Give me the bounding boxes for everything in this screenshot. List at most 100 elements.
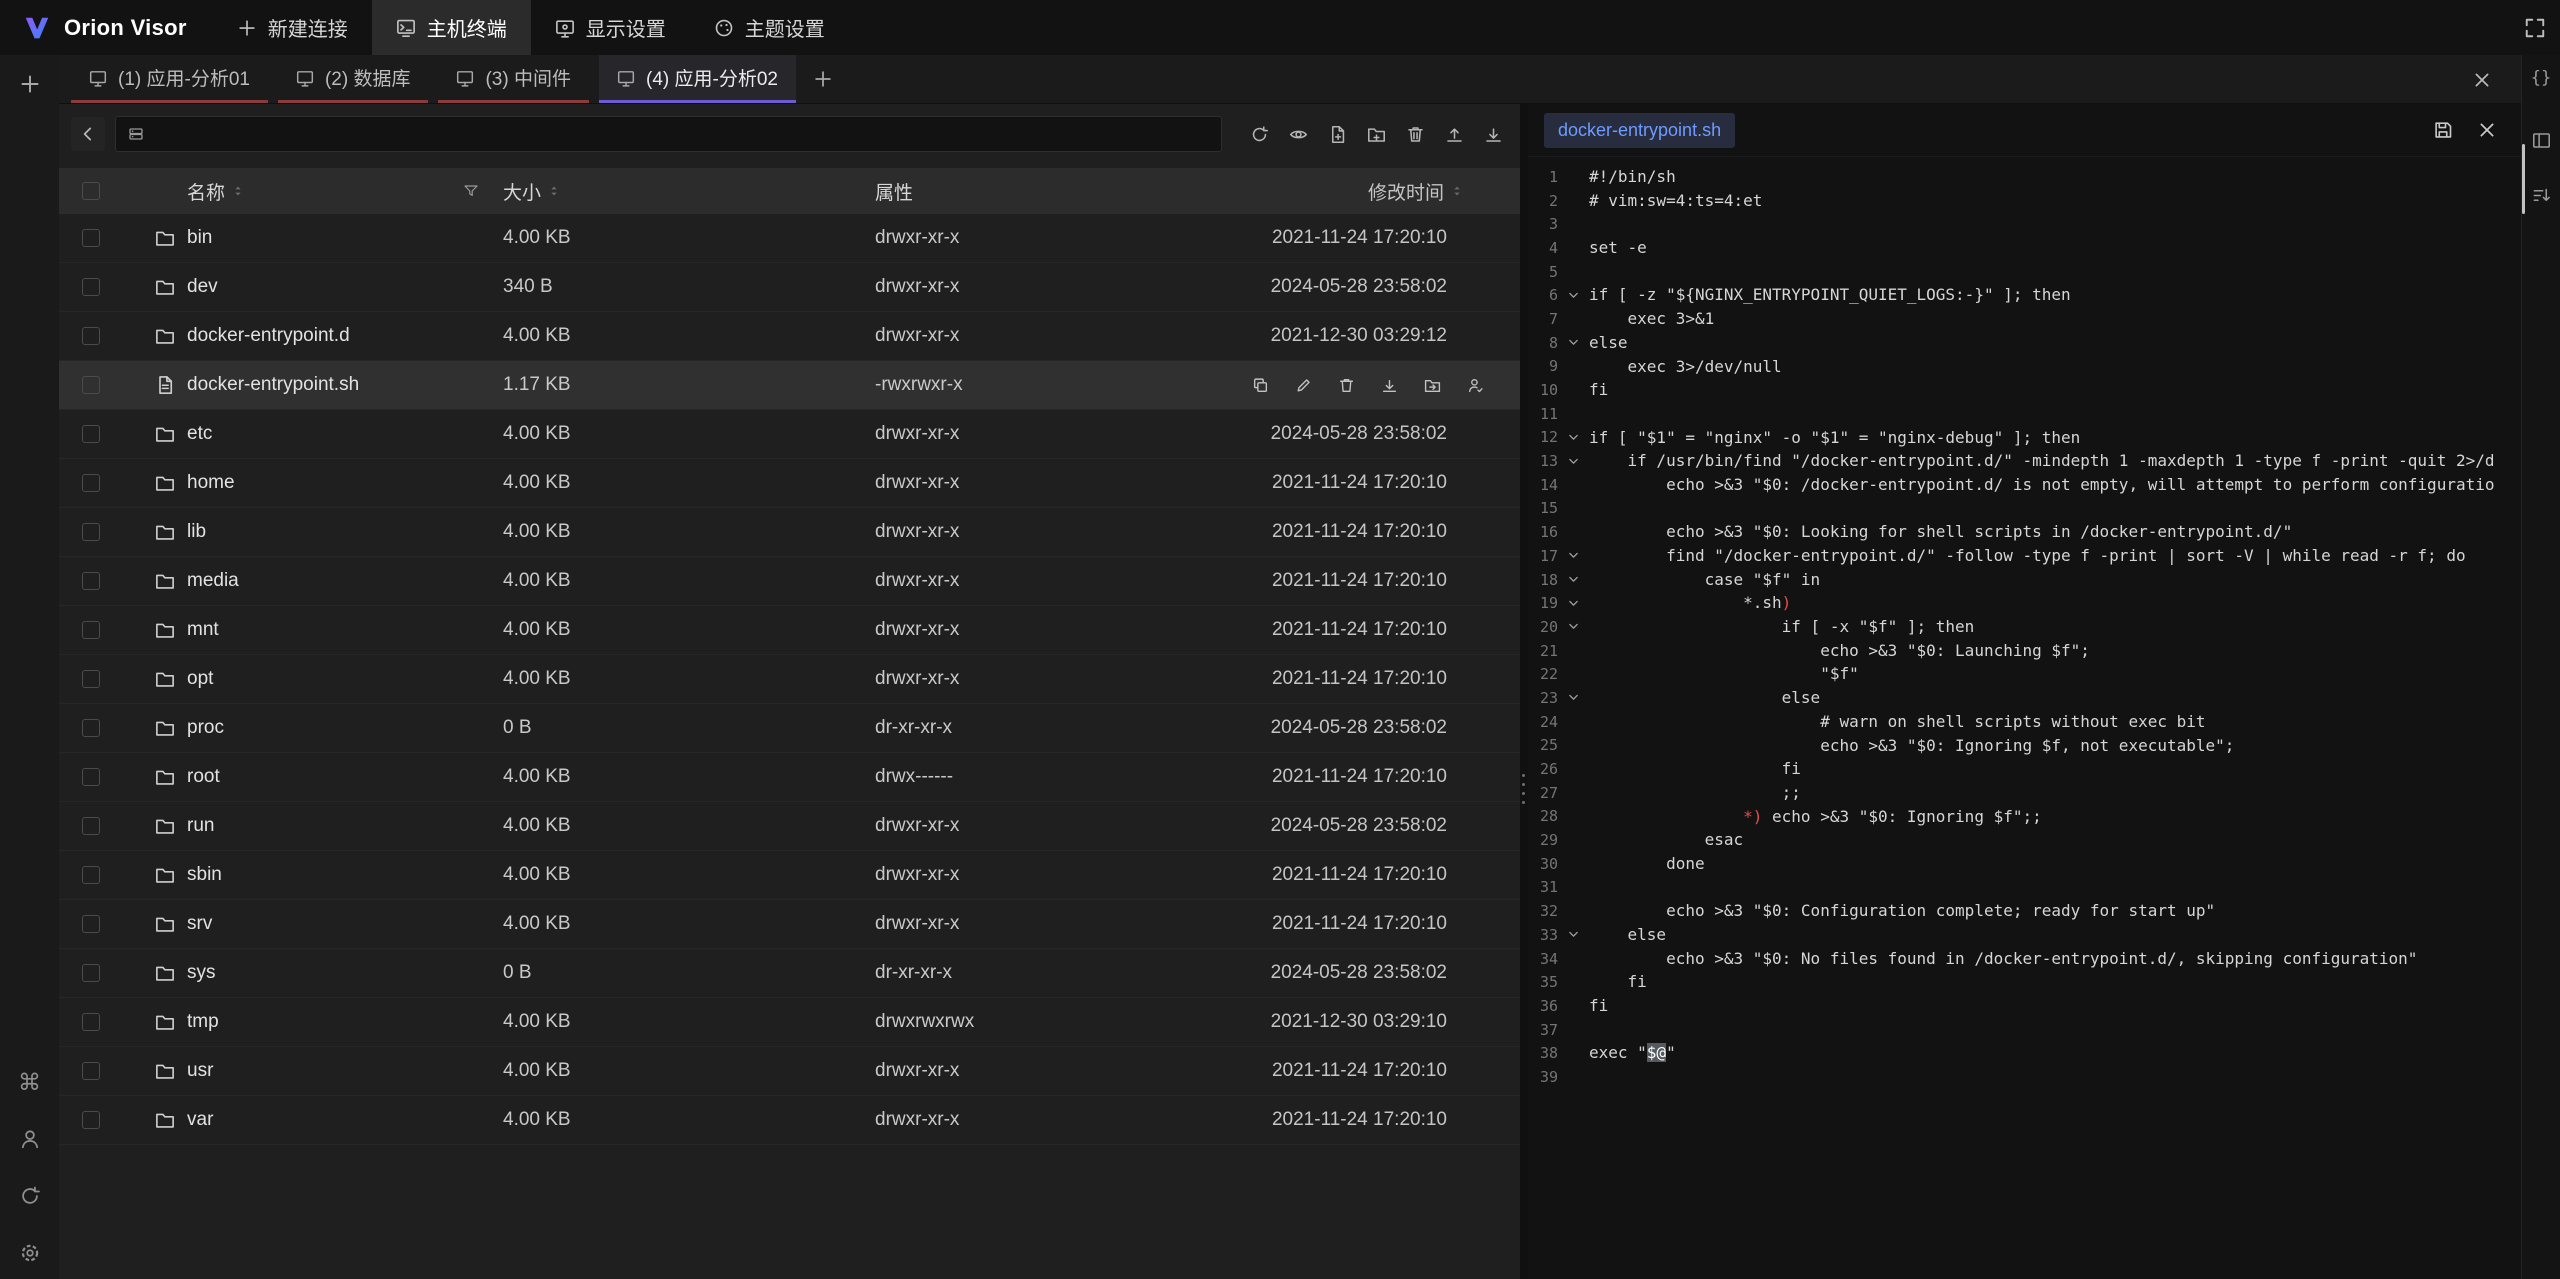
row-checkbox[interactable] [82,621,100,639]
fold-chevron-icon[interactable] [1558,455,1589,468]
close-all-tabs-icon[interactable] [2469,67,2495,93]
fold-chevron-icon[interactable] [1558,620,1589,633]
row-checkbox[interactable] [82,866,100,884]
row-checkbox[interactable] [82,817,100,835]
row-checkbox[interactable] [82,376,100,394]
fold-chevron-icon[interactable] [1558,928,1589,941]
terminal-tab-3[interactable]: (3) 中间件 [438,55,589,103]
file-row[interactable]: sys0 Bdr-xr-xr-x2024-05-28 23:58:02 [59,949,1520,998]
settings-gear-icon[interactable] [18,1241,42,1265]
line-number: 34 [1528,950,1558,968]
panel-resize-divider[interactable] [1520,104,1528,1279]
save-icon[interactable] [2433,120,2453,140]
download-icon[interactable] [1478,117,1508,151]
file-row[interactable]: lib4.00 KBdrwxr-xr-x2021-11-24 17:20:10 [59,508,1520,557]
delete-icon[interactable] [1400,117,1430,151]
fold-chevron-icon[interactable] [1558,549,1589,562]
row-checkbox[interactable] [82,915,100,933]
fullscreen-icon[interactable] [2521,14,2549,42]
edit-icon[interactable] [1295,377,1312,394]
fold-chevron-icon[interactable] [1558,573,1589,586]
nav-item-host-terminal[interactable]: 主机终端 [372,0,531,55]
snippets-braces-icon[interactable]: {} [2522,63,2560,93]
row-checkbox[interactable] [82,474,100,492]
resize-grip-icon[interactable] [1522,774,1525,804]
file-row[interactable]: run4.00 KBdrwxr-xr-x2024-05-28 23:58:02 [59,802,1520,851]
back-icon[interactable] [71,117,105,151]
file-row[interactable]: usr4.00 KBdrwxr-xr-x2021-11-24 17:20:10 [59,1047,1520,1096]
command-snippets-icon[interactable]: ⌘ [18,1070,42,1094]
file-row[interactable]: opt4.00 KBdrwxr-xr-x2021-11-24 17:20:10 [59,655,1520,704]
filter-icon[interactable] [463,183,479,199]
file-row[interactable]: tmp4.00 KBdrwxrwxrwx2021-12-30 03:29:10 [59,998,1520,1047]
refresh-icon[interactable] [1244,117,1274,151]
upload-icon[interactable] [1439,117,1469,151]
new-terminal-icon[interactable] [0,69,59,99]
file-icon [155,375,175,395]
nav-item-new-connection[interactable]: 新建连接 [213,0,372,55]
row-checkbox[interactable] [82,523,100,541]
copy-icon[interactable] [1252,377,1269,394]
delete-icon[interactable] [1338,377,1355,394]
select-all-checkbox[interactable] [82,182,100,200]
path-input[interactable] [154,123,1209,146]
row-checkbox[interactable] [82,1062,100,1080]
file-row[interactable]: dev340 Bdrwxr-xr-x2024-05-28 23:58:02 [59,263,1520,312]
download-icon[interactable] [1381,377,1398,394]
editor-file-tab[interactable]: docker-entrypoint.sh [1544,113,1735,148]
layout-panel-icon[interactable] [2522,125,2560,155]
row-checkbox[interactable] [82,425,100,443]
new-file-icon[interactable] [1322,117,1352,151]
file-row[interactable]: bin4.00 KBdrwxr-xr-x2021-11-24 17:20:10 [59,214,1520,263]
permission-icon[interactable] [1467,377,1484,394]
file-row[interactable]: var4.00 KBdrwxr-xr-x2021-11-24 17:20:10 [59,1096,1520,1145]
nav-item-theme-settings[interactable]: 主题设置 [690,0,849,55]
file-row[interactable]: home4.00 KBdrwxr-xr-x2021-11-24 17:20:10 [59,459,1520,508]
fold-chevron-icon[interactable] [1558,691,1589,704]
header-name[interactable]: 名称 [123,178,503,205]
fold-chevron-icon[interactable] [1558,597,1589,610]
fold-chevron-icon[interactable] [1558,336,1589,349]
code-line: 36fi [1528,994,2521,1018]
file-row[interactable]: etc4.00 KBdrwxr-xr-x2024-05-28 23:58:02 [59,410,1520,459]
row-checkbox[interactable] [82,768,100,786]
row-checkbox[interactable] [82,964,100,982]
sort-carets-icon[interactable] [1450,183,1464,199]
row-checkbox[interactable] [82,670,100,688]
terminal-tab-4[interactable]: (4) 应用-分析02 [599,55,796,103]
terminal-tab-2[interactable]: (2) 数据库 [278,55,429,103]
row-checkbox[interactable] [82,1013,100,1031]
fold-chevron-icon[interactable] [1558,431,1589,444]
row-checkbox[interactable] [82,719,100,737]
row-checkbox[interactable] [82,229,100,247]
close-editor-icon[interactable] [2477,120,2497,140]
file-row[interactable]: sbin4.00 KBdrwxr-xr-x2021-11-24 17:20:10 [59,851,1520,900]
brand[interactable]: Orion Visor [0,0,213,55]
file-row[interactable]: media4.00 KBdrwxr-xr-x2021-11-24 17:20:1… [59,557,1520,606]
user-icon[interactable] [18,1127,42,1151]
new-folder-icon[interactable] [1361,117,1391,151]
move-icon[interactable] [1424,377,1441,394]
row-checkbox[interactable] [82,327,100,345]
sort-carets-icon[interactable] [547,183,561,199]
file-row[interactable]: docker-entrypoint.sh1.17 KB-rwxrwxr-x [59,361,1520,410]
sort-carets-icon[interactable] [231,183,245,199]
row-checkbox[interactable] [82,572,100,590]
file-row[interactable]: srv4.00 KBdrwxr-xr-x2021-11-24 17:20:10 [59,900,1520,949]
row-checkbox[interactable] [82,1111,100,1129]
sync-icon[interactable] [18,1184,42,1208]
file-row[interactable]: root4.00 KBdrwx------2021-11-24 17:20:10 [59,753,1520,802]
nav-item-display-settings[interactable]: 显示设置 [531,0,690,55]
add-tab-icon[interactable] [806,55,840,103]
code-area[interactable]: 1#!/bin/sh2# vim:sw=4:ts=4:et34set -e56i… [1528,157,2521,1279]
file-row[interactable]: proc0 Bdr-xr-xr-x2024-05-28 23:58:02 [59,704,1520,753]
sort-lines-icon[interactable] [2522,180,2560,210]
row-checkbox[interactable] [82,278,100,296]
fold-chevron-icon[interactable] [1558,289,1589,302]
header-size[interactable]: 大小 [503,178,875,205]
file-row[interactable]: mnt4.00 KBdrwxr-xr-x2021-11-24 17:20:10 [59,606,1520,655]
header-mtime[interactable]: 修改时间 [1249,178,1520,205]
terminal-tab-1[interactable]: (1) 应用-分析01 [71,55,268,103]
show-hidden-eye-icon[interactable] [1283,117,1313,151]
file-row[interactable]: docker-entrypoint.d4.00 KBdrwxr-xr-x2021… [59,312,1520,361]
